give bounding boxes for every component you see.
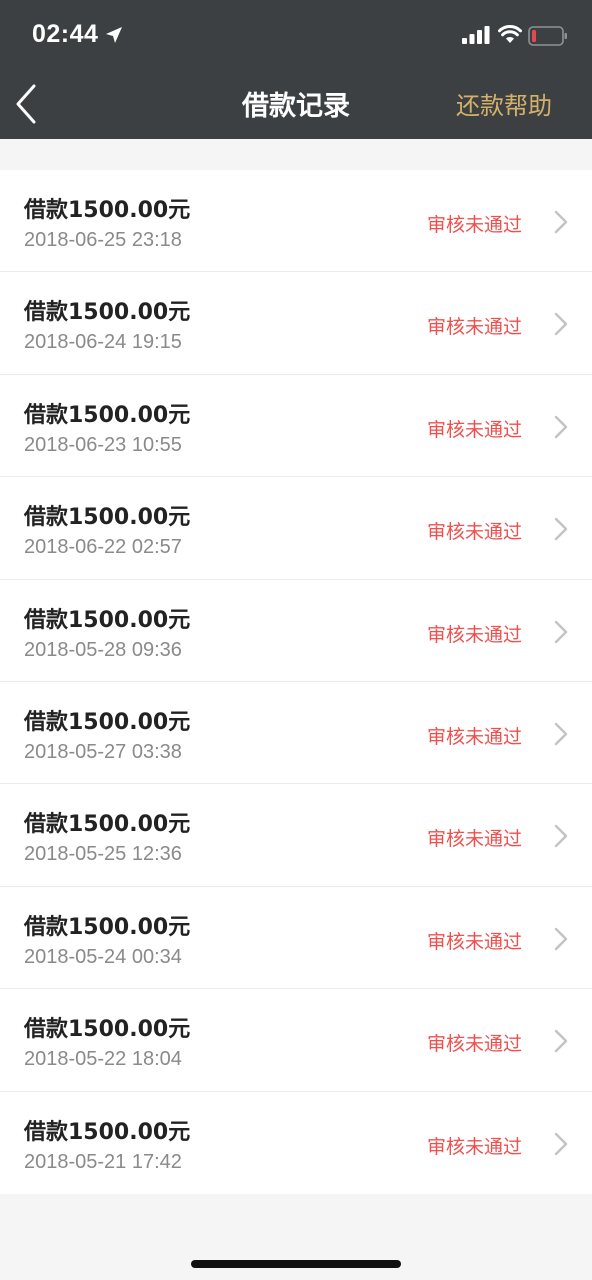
review-status: 审核未通过 (426, 1033, 522, 1056)
loan-amount: 借款1500.00元 (24, 198, 191, 223)
review-status: 审核未通过 (426, 418, 522, 441)
repayment-help-link[interactable]: 还款帮助 (456, 86, 552, 121)
battery-icon (528, 26, 567, 46)
loan-amount: 借款1500.00元 (24, 402, 191, 428)
loan-record-row[interactable]: 借款1500.00元 2018-06-24 19:15 审核未通过 (0, 272, 592, 375)
home-indicator[interactable] (191, 1260, 401, 1268)
loan-date: 2018-05-22 18:04 (24, 1048, 182, 1071)
review-status: 审核未通过 (426, 828, 522, 851)
loan-amount: 借款1500.00元 (24, 300, 191, 326)
loan-date: 2018-06-25 23:18 (24, 229, 182, 251)
chevron-right-icon (554, 722, 568, 746)
review-status: 审核未通过 (426, 623, 522, 646)
review-status: 审核未通过 (426, 521, 522, 544)
loan-record-row[interactable]: 借款1500.00元 2018-06-23 10:55 审核未通过 (0, 375, 592, 478)
loan-amount: 借款1500.00元 (24, 914, 191, 940)
nav-bar: 借款记录 还款帮助 (0, 72, 592, 139)
loan-record-row[interactable]: 借款1500.00元 2018-05-22 18:04 审核未通过 (0, 989, 592, 1092)
loan-amount: 借款1500.00元 (24, 1119, 191, 1145)
chevron-right-icon (554, 620, 568, 643)
location-arrow-icon (106, 27, 122, 43)
review-status: 审核未通过 (426, 316, 522, 339)
chevron-right-icon (554, 927, 568, 950)
loan-date: 2018-06-23 10:55 (24, 433, 182, 456)
loan-date: 2018-05-27 03:38 (24, 740, 182, 763)
loan-amount: 借款1500.00元 (24, 812, 191, 838)
signal-icon (462, 26, 490, 44)
loan-record-row[interactable]: 借款1500.00元 2018-05-27 03:38 审核未通过 (0, 682, 592, 785)
chevron-right-icon (554, 1132, 568, 1155)
back-button[interactable] (8, 82, 44, 126)
status-time: 02:44 (32, 20, 99, 48)
loan-amount: 借款1500.00元 (24, 1017, 191, 1043)
loan-record-row[interactable]: 借款1500.00元 2018-06-22 02:57 审核未通过 (0, 477, 592, 580)
loan-record-row[interactable]: 借款1500.00元 2018-06-25 23:18 审核未通过 (0, 170, 592, 273)
review-status: 审核未通过 (426, 725, 522, 748)
loan-date: 2018-05-25 12:36 (24, 843, 182, 866)
loan-amount: 借款1500.00元 (24, 607, 191, 633)
chevron-right-icon (554, 825, 568, 848)
loan-date: 2018-05-28 09:36 (24, 638, 182, 661)
loan-record-list: 借款1500.00元 2018-06-25 23:18 审核未通过 借款1500… (0, 170, 592, 1194)
loan-date: 2018-06-22 02:57 (24, 536, 182, 559)
loan-amount: 借款1500.00元 (24, 709, 191, 735)
status-bar: 02:44 (0, 0, 592, 72)
chevron-right-icon (554, 313, 568, 336)
loan-record-row[interactable]: 借款1500.00元 2018-05-21 17:42 审核未通过 (0, 1092, 592, 1194)
loan-date: 2018-05-21 17:42 (24, 1150, 182, 1173)
chevron-right-icon (554, 415, 568, 438)
loan-record-row[interactable]: 借款1500.00元 2018-05-28 09:36 审核未通过 (0, 580, 592, 682)
loan-record-row[interactable]: 借款1500.00元 2018-05-25 12:36 审核未通过 (0, 784, 592, 887)
chevron-left-icon (16, 84, 36, 124)
chevron-right-icon (554, 517, 568, 541)
review-status: 审核未通过 (426, 1135, 522, 1158)
loan-date: 2018-05-24 00:34 (24, 945, 182, 968)
loan-amount: 借款1500.00元 (24, 505, 191, 531)
loan-record-row[interactable]: 借款1500.00元 2018-05-24 00:34 审核未通过 (0, 887, 592, 990)
wifi-icon (498, 25, 522, 43)
review-status: 审核未通过 (426, 214, 522, 236)
top-bar: 02:44 借款记录 还款帮助 (0, 0, 592, 139)
chevron-right-icon (554, 210, 568, 234)
chevron-right-icon (554, 1029, 568, 1053)
review-status: 审核未通过 (426, 930, 522, 953)
loan-date: 2018-06-24 19:15 (24, 331, 182, 354)
